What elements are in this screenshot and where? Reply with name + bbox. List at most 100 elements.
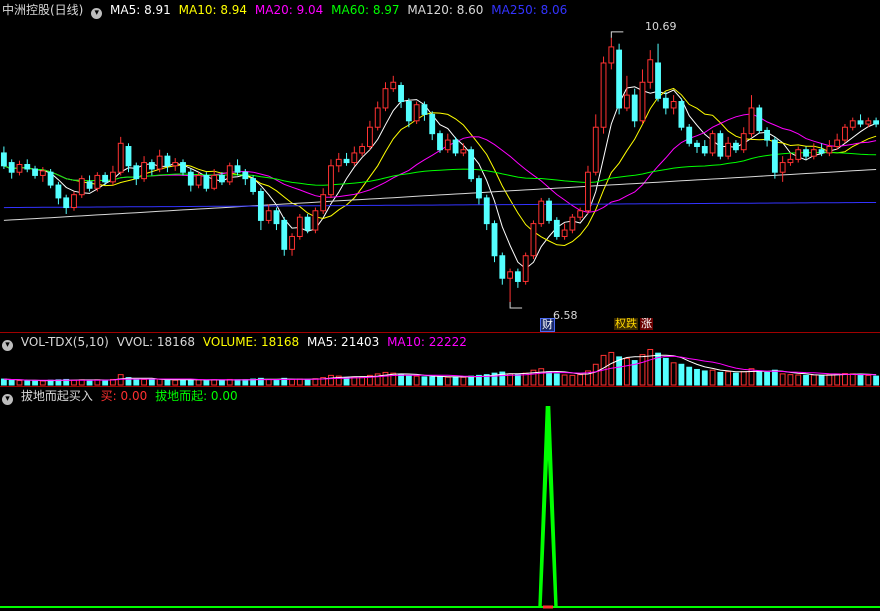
candle[interactable] <box>172 158 179 171</box>
volume-bar[interactable] <box>553 373 560 386</box>
candle[interactable] <box>639 69 646 125</box>
volume-bar[interactable] <box>180 379 186 386</box>
candle[interactable] <box>553 217 560 240</box>
candle[interactable] <box>499 252 506 285</box>
volume-bar[interactable] <box>468 375 475 386</box>
volume-bar[interactable] <box>219 379 225 386</box>
candle[interactable] <box>16 160 23 176</box>
candle[interactable] <box>437 130 443 153</box>
candle[interactable] <box>507 268 514 303</box>
candle[interactable] <box>491 220 498 263</box>
volume-bar[interactable] <box>102 379 109 386</box>
volume-bar[interactable] <box>273 379 280 386</box>
candle[interactable] <box>0 146 7 169</box>
candle[interactable] <box>787 152 794 166</box>
volume-bar[interactable] <box>86 379 93 386</box>
volume-bar[interactable] <box>304 379 311 386</box>
volume-bar[interactable] <box>444 376 451 386</box>
volume-bar[interactable] <box>623 357 630 386</box>
rights-tag[interactable]: 权跌 <box>614 318 638 330</box>
volume-bar[interactable] <box>787 374 794 386</box>
volume-bar[interactable] <box>289 378 295 386</box>
volume-bar[interactable] <box>8 379 15 386</box>
candle[interactable] <box>405 98 412 128</box>
candle[interactable] <box>211 169 218 191</box>
candle[interactable] <box>779 156 786 182</box>
volume-bar[interactable] <box>195 379 202 386</box>
volume-bar[interactable] <box>849 373 856 386</box>
candle[interactable] <box>764 127 770 147</box>
candle[interactable] <box>468 146 475 182</box>
candle[interactable] <box>592 114 599 176</box>
volume-bar[interactable] <box>39 380 46 386</box>
rise-tag[interactable]: 涨 <box>640 318 653 330</box>
candle[interactable] <box>273 207 280 231</box>
candle[interactable] <box>709 130 716 157</box>
volume-bar[interactable] <box>694 368 700 386</box>
volume-bar[interactable] <box>795 374 802 386</box>
volume-bar[interactable] <box>779 373 786 386</box>
candle[interactable] <box>203 172 210 192</box>
volume-pane[interactable]: ▾ VOL-TDX(5,10) VVOL: 18168 VOLUME: 1816… <box>0 332 880 386</box>
chevron-down-icon[interactable]: ▾ <box>2 394 13 405</box>
volume-bar[interactable] <box>437 375 443 386</box>
volume-bar[interactable] <box>818 374 825 386</box>
candle[interactable] <box>117 136 124 176</box>
candle[interactable] <box>257 188 264 231</box>
volume-bar[interactable] <box>842 373 848 386</box>
volume-bar[interactable] <box>398 374 404 386</box>
candle[interactable] <box>795 146 802 163</box>
signal-pane[interactable]: ▾ 拔地而起买入 买: 0.00 拔地而起: 0.00 <box>0 386 880 611</box>
signal-chart[interactable] <box>0 386 880 611</box>
chevron-down-icon[interactable]: ▾ <box>91 8 103 19</box>
candle[interactable] <box>156 149 163 173</box>
candle[interactable] <box>701 140 708 157</box>
volume-bar[interactable] <box>569 374 576 386</box>
candle[interactable] <box>662 91 669 115</box>
candle[interactable] <box>265 204 272 224</box>
volume-bar[interactable] <box>203 379 210 386</box>
candle[interactable] <box>873 117 880 128</box>
candle[interactable] <box>616 43 623 115</box>
candle[interactable] <box>538 197 545 227</box>
volume-bar[interactable] <box>756 370 763 386</box>
candle[interactable] <box>8 159 15 179</box>
candle[interactable] <box>670 95 677 115</box>
volume-bar[interactable] <box>717 371 724 386</box>
volume-bar[interactable] <box>514 374 521 386</box>
volume-bar[interactable] <box>686 366 693 386</box>
volume-bar[interactable] <box>803 374 809 386</box>
volume-bar[interactable] <box>133 379 140 386</box>
volume-bar[interactable] <box>211 379 218 386</box>
volume-bar[interactable] <box>873 375 880 386</box>
candle[interactable] <box>476 175 482 205</box>
candle[interactable] <box>421 101 428 121</box>
candle[interactable] <box>296 213 303 240</box>
volume-bar[interactable] <box>647 348 654 386</box>
candle[interactable] <box>366 120 373 150</box>
candle[interactable] <box>234 159 241 176</box>
volume-bar[interactable] <box>865 374 872 386</box>
candle[interactable] <box>226 162 233 186</box>
candle[interactable] <box>803 146 809 160</box>
volume-bar[interactable] <box>328 374 334 386</box>
volume-bar[interactable] <box>413 375 420 386</box>
candle[interactable] <box>281 217 288 256</box>
volume-bar[interactable] <box>172 379 179 386</box>
candle[interactable] <box>180 159 186 176</box>
volume-bar[interactable] <box>421 376 428 386</box>
volume-bar[interactable] <box>857 373 864 386</box>
candle[interactable] <box>320 188 327 214</box>
volume-bar[interactable] <box>460 376 467 386</box>
volume-bar[interactable] <box>678 363 685 386</box>
volume-bar[interactable] <box>296 378 303 386</box>
candle[interactable] <box>842 124 848 144</box>
candle[interactable] <box>304 213 311 234</box>
candle[interactable] <box>32 165 38 179</box>
candle[interactable] <box>647 50 654 89</box>
candle[interactable] <box>312 207 319 234</box>
volume-bar[interactable] <box>662 357 669 386</box>
volume-bar[interactable] <box>32 380 38 386</box>
candle[interactable] <box>328 159 334 198</box>
candle[interactable] <box>71 191 77 211</box>
